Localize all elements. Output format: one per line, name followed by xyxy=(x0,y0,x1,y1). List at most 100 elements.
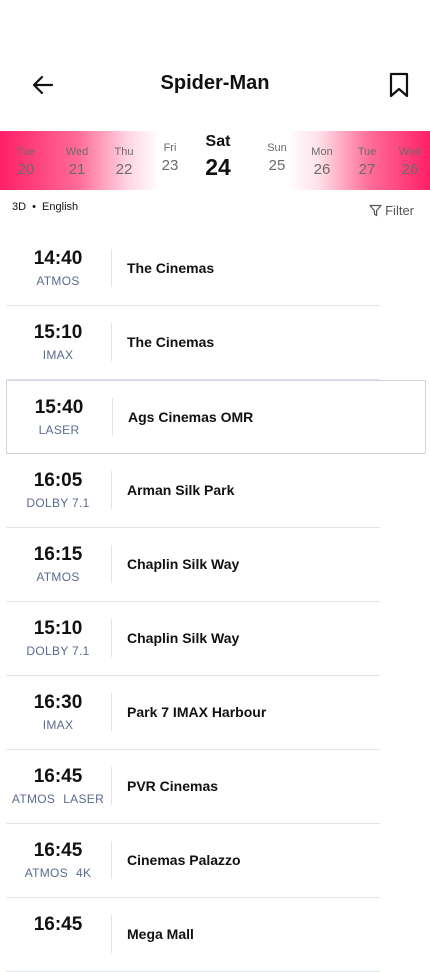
date-dow: Wed xyxy=(65,146,89,158)
show-time: 16:30 xyxy=(33,692,83,713)
divider xyxy=(111,841,112,879)
date-tue-20[interactable]: Tue 20 xyxy=(6,146,46,179)
showtime-cell: 16:45 xyxy=(6,898,110,971)
showtime-row[interactable]: 16:05 DOLBY 7.1 Arman Silk Park xyxy=(6,454,380,528)
show-time: 16:05 xyxy=(33,470,83,491)
divider xyxy=(111,323,112,361)
show-time: 16:45 xyxy=(33,840,83,861)
divider xyxy=(111,619,112,657)
format-tag: ATMOS xyxy=(36,274,80,288)
page-title: Spider-Man xyxy=(160,72,270,94)
date-mon-26[interactable]: Mon 26 xyxy=(302,146,342,179)
format-info: 3D • English xyxy=(12,201,78,213)
date-selector: Tue 20 Wed 21 Thu 22 Fri 23 Sat 24 Sun 2… xyxy=(0,131,430,190)
cinema-name: Mega Mall xyxy=(127,926,194,942)
date-dow: Fri xyxy=(163,142,177,154)
date-tue-27[interactable]: Tue 27 xyxy=(347,146,387,179)
format-dimension: 3D xyxy=(12,201,27,213)
show-time: 16:45 xyxy=(33,914,83,935)
format-tags: DOLBY 7.1 xyxy=(6,496,110,510)
date-sat-24-selected[interactable]: Sat 24 xyxy=(198,133,238,180)
format-tag: DOLBY 7.1 xyxy=(26,496,90,510)
date-dow: Tue xyxy=(357,146,377,158)
date-day: 24 xyxy=(205,154,231,180)
showtime-cell: 16:05 DOLBY 7.1 xyxy=(6,454,110,527)
cinema-name: Park 7 IMAX Harbour xyxy=(127,704,267,720)
date-dow: Wed xyxy=(398,146,422,158)
show-time: 14:40 xyxy=(33,248,83,269)
show-time: 16:15 xyxy=(33,544,83,565)
date-day: 26 xyxy=(401,161,419,178)
format-tags: IMAX xyxy=(6,718,110,732)
format-tag: LASER xyxy=(38,423,80,437)
format-tag: IMAX xyxy=(42,718,74,732)
cinema-name: The Cinemas xyxy=(127,334,215,350)
format-tag: LASER xyxy=(63,792,105,806)
showtime-row[interactable]: 16:30 IMAX Park 7 IMAX Harbour xyxy=(6,676,380,750)
showtime-cell: 16:45 ATMOS 4K xyxy=(6,824,110,897)
date-day: 23 xyxy=(161,157,179,174)
bookmark-icon[interactable] xyxy=(388,72,410,98)
date-wed-26[interactable]: Wed 26 xyxy=(390,146,430,179)
showtime-row[interactable]: 15:10 IMAX The Cinemas xyxy=(6,306,380,380)
filter-button[interactable]: Filter xyxy=(369,203,414,218)
format-tags: ATMOS xyxy=(6,570,110,584)
showtime-row-selected[interactable]: 15:40 LASER Ags Cinemas OMR xyxy=(6,380,426,454)
date-wed-21[interactable]: Wed 21 xyxy=(57,146,97,179)
show-time: 15:10 xyxy=(33,618,83,639)
divider xyxy=(111,693,112,731)
date-day: 22 xyxy=(115,161,133,178)
cinema-name: Chaplin Silk Way xyxy=(127,630,240,646)
date-day: 27 xyxy=(358,161,376,178)
showtime-cell: 14:40 ATMOS xyxy=(6,232,110,305)
showtime-cell: 16:30 IMAX xyxy=(6,676,110,749)
date-thu-22[interactable]: Thu 22 xyxy=(104,146,144,179)
showtime-cell: 16:45 ATMOS LASER xyxy=(6,750,110,823)
format-language: English xyxy=(42,201,79,213)
divider xyxy=(111,767,112,805)
format-tags: DOLBY 7.1 xyxy=(6,644,110,658)
show-time: 16:45 xyxy=(33,766,83,787)
format-tag: DOLBY 7.1 xyxy=(26,644,90,658)
top-bar: Spider-Man xyxy=(0,60,430,110)
showtime-cell: 16:15 ATMOS xyxy=(6,528,110,601)
format-tags: ATMOS xyxy=(6,274,110,288)
showtime-row[interactable]: 16:15 ATMOS Chaplin Silk Way xyxy=(6,528,380,602)
date-day: 20 xyxy=(17,161,35,178)
date-dow: Tue xyxy=(16,146,36,158)
cinema-name: Ags Cinemas OMR xyxy=(128,409,254,425)
date-dow: Sun xyxy=(267,142,287,154)
format-tag: ATMOS xyxy=(11,792,56,806)
divider xyxy=(111,915,112,953)
cinema-name: Cinemas Palazzo xyxy=(127,852,241,868)
showtime-row[interactable]: 15:10 DOLBY 7.1 Chaplin Silk Way xyxy=(6,602,380,676)
cinema-name: The Cinemas xyxy=(127,260,215,276)
format-tag: ATMOS xyxy=(36,570,80,584)
format-tags: LASER xyxy=(7,423,111,437)
showtime-cell: 15:10 DOLBY 7.1 xyxy=(6,602,110,675)
showtime-row[interactable]: 16:45 Mega Mall xyxy=(6,898,380,972)
show-time: 15:10 xyxy=(33,322,83,343)
filter-funnel-icon xyxy=(369,204,382,217)
filter-label: Filter xyxy=(385,203,414,218)
format-tag: IMAX xyxy=(42,348,74,362)
format-tag: 4K xyxy=(76,866,92,880)
date-sun-25[interactable]: Sun 25 xyxy=(257,142,297,175)
divider xyxy=(112,398,113,436)
date-day: 25 xyxy=(268,157,286,174)
format-tags: ATMOS LASER xyxy=(6,792,110,806)
date-fri-23[interactable]: Fri 23 xyxy=(150,142,190,175)
showtime-row[interactable]: 16:45 ATMOS LASER PVR Cinemas xyxy=(6,750,380,824)
showtime-list: 14:40 ATMOS The Cinemas 15:10 IMAX The Cinema… xyxy=(0,232,430,972)
showtime-cell: 15:10 IMAX xyxy=(6,306,110,379)
date-dow: Sat xyxy=(205,133,231,150)
showtime-cell: 15:40 LASER xyxy=(7,381,111,453)
date-day: 21 xyxy=(68,161,86,178)
cinema-name: PVR Cinemas xyxy=(127,778,219,794)
format-tags: ATMOS 4K xyxy=(6,866,110,880)
format-tag: ATMOS xyxy=(24,866,68,880)
divider xyxy=(111,471,112,509)
divider xyxy=(111,545,112,583)
showtime-row[interactable]: 16:45 ATMOS 4K Cinemas Palazzo xyxy=(6,824,380,898)
showtime-row[interactable]: 14:40 ATMOS The Cinemas xyxy=(6,232,380,306)
